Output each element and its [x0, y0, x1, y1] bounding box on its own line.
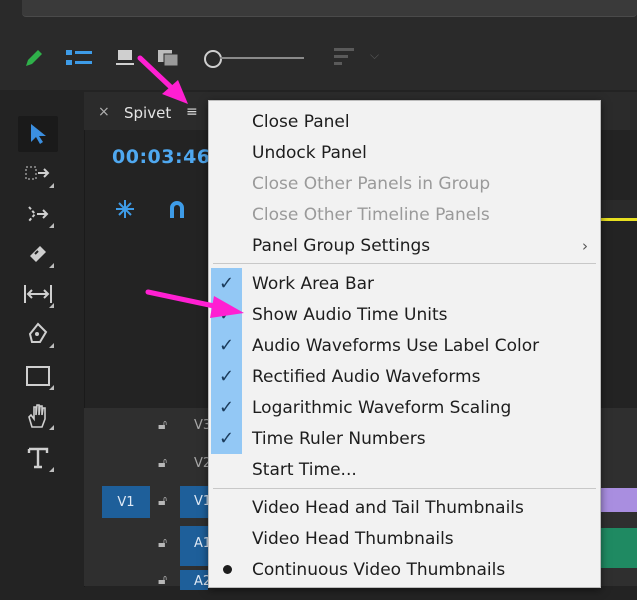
menu-item-audio-waveforms-label-color[interactable]: ✓ Audio Waveforms Use Label Color [209, 330, 600, 361]
menu-item-label: Undock Panel [252, 142, 367, 163]
time-ruler[interactable] [600, 200, 637, 218]
lock-icon[interactable]: 🔓︎ [158, 535, 167, 551]
panel-context-menu: Close Panel Undock Panel Close Other Pan… [208, 100, 601, 588]
checkmark-icon: ✓ [211, 268, 242, 299]
hand-tool[interactable] [18, 398, 58, 434]
menu-item-show-audio-time-units[interactable]: ✓ Show Audio Time Units [209, 299, 600, 330]
radio-selected-icon [223, 565, 232, 574]
menu-item-label: Show Audio Time Units [252, 304, 448, 325]
pen-tool[interactable] [18, 316, 58, 352]
menu-item-work-area-bar[interactable]: ✓ Work Area Bar [209, 268, 600, 299]
arrow-cursor-icon [31, 124, 46, 144]
lock-icon[interactable]: 🔓︎ [158, 455, 167, 471]
menu-item-video-head-tail-thumbnails[interactable]: Video Head and Tail Thumbnails [209, 492, 600, 523]
chevron-down-icon[interactable]: ⌵ [370, 48, 379, 63]
ripple-edit-tool[interactable] [18, 196, 58, 232]
razor-icon [30, 246, 46, 262]
rectangle-icon [26, 366, 50, 386]
checkmark-icon: ✓ [211, 361, 242, 392]
checkmark-icon: ✓ [211, 392, 242, 423]
menu-item-label: Time Ruler Numbers [252, 428, 426, 449]
rectangle-tool[interactable] [18, 358, 58, 394]
work-area-bar[interactable] [598, 218, 637, 221]
tab-spivet[interactable]: Spivet [124, 104, 171, 122]
selection-tool[interactable] [18, 116, 58, 152]
menu-item-label: Close Panel [252, 111, 350, 132]
stacked-panels-icon[interactable] [158, 48, 184, 68]
menu-item-label: Close Other Panels in Group [252, 173, 491, 194]
audio-clip[interactable] [600, 528, 637, 568]
menu-item-label: Video Head and Tail Thumbnails [252, 497, 524, 518]
freeform-view-icon[interactable] [116, 48, 136, 68]
menu-item-label: Close Other Timeline Panels [252, 204, 490, 225]
top-bar [22, 0, 637, 17]
menu-item-close-other-panels: Close Other Panels in Group [209, 168, 600, 199]
menu-item-continuous-video-thumbnails[interactable]: Continuous Video Thumbnails [209, 554, 600, 585]
video-clip[interactable] [600, 488, 637, 512]
type-icon [27, 447, 49, 469]
track-select-tool[interactable] [18, 156, 58, 192]
lock-icon[interactable]: 🔓︎ [158, 493, 167, 509]
slip-icon [24, 285, 52, 303]
razor-tool[interactable] [18, 236, 58, 272]
menu-item-start-time[interactable]: Start Time... [209, 454, 600, 485]
toolbar-row: ⌵ [0, 38, 637, 78]
submenu-arrow-icon: › [582, 236, 588, 255]
checkmark-icon: ✓ [211, 330, 242, 361]
menu-item-label: Audio Waveforms Use Label Color [252, 335, 540, 356]
menu-item-time-ruler-numbers[interactable]: ✓ Time Ruler Numbers [209, 423, 600, 454]
snap-magnet-icon[interactable] [166, 198, 188, 220]
menu-item-undock-panel[interactable]: Undock Panel [209, 137, 600, 168]
nest-sequence-icon[interactable] [114, 198, 136, 220]
playhead-timecode[interactable]: 00:03:46: [112, 146, 219, 168]
list-view-icon[interactable] [66, 48, 94, 68]
ripple-edit-icon [28, 206, 49, 222]
menu-item-video-head-thumbnails[interactable]: Video Head Thumbnails [209, 523, 600, 554]
type-tool[interactable] [18, 440, 58, 476]
close-icon[interactable]: × [98, 104, 110, 120]
checkmark-icon: ✓ [211, 423, 242, 454]
pen-icon [28, 322, 48, 343]
menu-item-label: Continuous Video Thumbnails [252, 559, 506, 580]
menu-item-label: Work Area Bar [252, 273, 375, 294]
menu-item-label: Video Head Thumbnails [252, 528, 454, 549]
sort-icon[interactable] [334, 46, 358, 68]
menu-item-label: Start Time... [252, 459, 357, 480]
menu-separator [213, 488, 596, 489]
hand-icon [28, 404, 46, 428]
track-select-icon [25, 166, 50, 180]
menu-item-panel-group-settings[interactable]: Panel Group Settings › [209, 230, 600, 261]
panel-menu-icon[interactable]: ≡ [186, 104, 198, 120]
slip-tool[interactable] [18, 276, 58, 312]
menu-item-rectified-audio-waveforms[interactable]: ✓ Rectified Audio Waveforms [209, 361, 600, 392]
pencil-icon[interactable] [22, 46, 46, 70]
menu-item-logarithmic-waveform-scaling[interactable]: ✓ Logarithmic Waveform Scaling [209, 392, 600, 423]
menu-item-label: Rectified Audio Waveforms [252, 366, 481, 387]
checkmark-icon: ✓ [211, 299, 242, 330]
menu-item-close-panel[interactable]: Close Panel [209, 106, 600, 137]
menu-item-label: Logarithmic Waveform Scaling [252, 397, 512, 418]
menu-item-close-other-timeline-panels: Close Other Timeline Panels [209, 199, 600, 230]
tools-panel [0, 92, 78, 586]
menu-item-label: Panel Group Settings [252, 235, 431, 256]
zoom-slider-handle[interactable] [204, 50, 222, 68]
lock-icon[interactable]: 🔓︎ [158, 417, 167, 433]
zoom-slider-track[interactable] [220, 57, 304, 59]
menu-separator [213, 263, 596, 264]
